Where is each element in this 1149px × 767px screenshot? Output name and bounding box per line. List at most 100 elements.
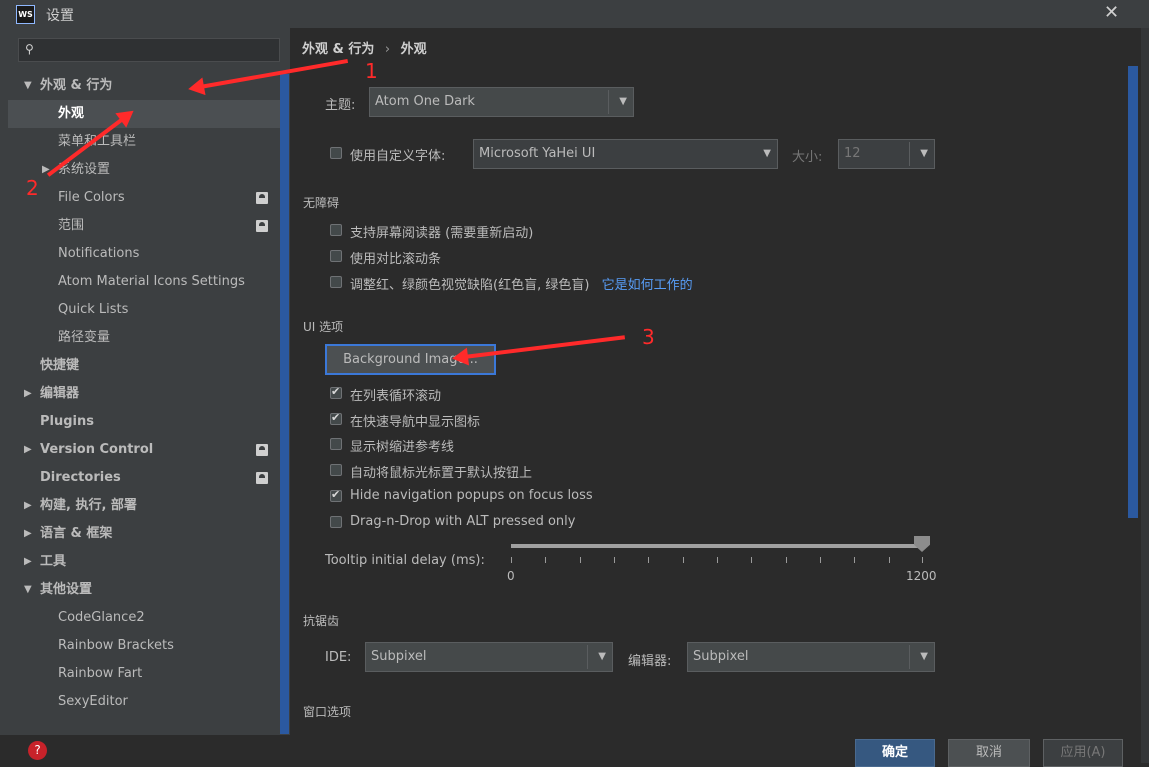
sidebar-item-system-settings[interactable]: ▶ 系统设置 — [0, 156, 280, 184]
move-mouse-default-checkbox[interactable] — [330, 464, 342, 476]
breadcrumb-current: 外观 — [400, 42, 427, 57]
breadcrumb-parent[interactable]: 外观 & 行为 — [302, 42, 374, 57]
chevron-right-icon[interactable]: ▶ — [24, 548, 32, 576]
font-size-select[interactable]: 12 ▼ — [838, 139, 935, 169]
how-it-works-link[interactable]: 它是如何工作的 — [602, 278, 693, 293]
sidebar-item-notifications[interactable]: Notifications — [0, 240, 280, 268]
chevron-right-icon[interactable]: ▶ — [42, 156, 50, 184]
chevron-right-icon[interactable]: ▶ — [24, 436, 32, 464]
color-deficiency-checkbox[interactable] — [330, 276, 342, 288]
sidebar-item-menus-toolbars[interactable]: 菜单和工具栏 — [0, 128, 280, 156]
project-level-icon — [256, 192, 268, 204]
sidebar-item-appearance[interactable]: 外观 — [8, 100, 280, 128]
sidebar-item-label: 外观 — [58, 106, 85, 121]
background-image-button[interactable]: Background Image... — [325, 344, 496, 375]
show-icons-nav-checkbox[interactable] — [330, 411, 342, 425]
sidebar-item-atom-material-icons[interactable]: Atom Material Icons Settings — [0, 268, 280, 296]
drag-drop-alt-checkbox[interactable] — [330, 516, 342, 528]
search-input[interactable]: ⚲ — [18, 38, 280, 62]
chevron-right-icon[interactable]: ▶ — [24, 492, 32, 520]
sidebar-item-label: Rainbow Fart — [58, 666, 143, 681]
sidebar-item-label: 快捷键 — [40, 358, 80, 373]
tree-indent-guides-label: 显示树缩进参考线 — [350, 440, 455, 455]
ide-aa-select[interactable]: Subpixel ▼ — [365, 642, 613, 672]
chevron-down-icon: ▼ — [619, 96, 627, 107]
sidebar-item-scopes[interactable]: 范围 — [0, 212, 280, 240]
breadcrumb-separator: › — [384, 42, 391, 57]
sidebar-item-file-colors[interactable]: File Colors — [0, 184, 280, 212]
sidebar-item-label: 语言 & 框架 — [40, 526, 113, 541]
webstorm-icon: WS — [16, 5, 35, 24]
project-level-icon — [256, 472, 268, 484]
contrast-scrollbar-checkbox[interactable] — [330, 250, 342, 262]
project-level-icon — [256, 444, 268, 456]
hide-nav-popups-checkbox[interactable] — [330, 488, 342, 502]
settings-tree-pane: ⚲ ▼ 外观 & 行为 外观 菜单和工具栏 ▶ 系统设置 File Colors… — [0, 28, 290, 735]
content-scrollbar[interactable] — [1128, 66, 1138, 518]
theme-label: 主题: — [325, 98, 356, 113]
sidebar-item-languages-frameworks[interactable]: ▶ 语言 & 框架 — [0, 520, 280, 548]
slider-thumb[interactable] — [914, 536, 930, 552]
sidebar-item-appearance-behavior[interactable]: ▼ 外观 & 行为 — [0, 72, 280, 100]
annotation-number-2: 2 — [26, 176, 39, 200]
chevron-down-icon: ▼ — [920, 651, 928, 662]
sidebar-item-label: File Colors — [58, 190, 125, 205]
sidebar-item-label: 其他设置 — [40, 582, 93, 597]
tooltip-delay-slider[interactable] — [511, 544, 923, 548]
annotation-number-1: 1 — [365, 59, 378, 83]
sidebar-scrollbar[interactable] — [280, 74, 289, 734]
theme-select[interactable]: Atom One Dark ▼ — [369, 87, 634, 117]
sidebar-item-other-settings[interactable]: ▼ 其他设置 — [0, 576, 280, 604]
cyclic-scrolling-checkbox[interactable] — [330, 385, 342, 399]
font-family-select[interactable]: Microsoft YaHei UI ▼ — [473, 139, 778, 169]
sidebar-item-editor[interactable]: ▶ 编辑器 — [0, 380, 280, 408]
editor-aa-label: 编辑器: — [628, 654, 672, 669]
sidebar-item-label: 路径变量 — [58, 330, 111, 345]
sidebar-item-plugins[interactable]: Plugins — [0, 408, 280, 436]
help-icon[interactable]: ? — [28, 741, 47, 760]
color-deficiency-text: 调整红、绿颜色视觉缺陷(红色盲, 绿色盲) — [350, 278, 590, 293]
close-icon[interactable]: ✕ — [1104, 2, 1119, 23]
ui-options-section-title: UI 选项 — [303, 320, 344, 334]
sidebar-item-label: Plugins — [40, 414, 94, 429]
editor-aa-value: Subpixel — [693, 649, 749, 664]
sidebar-item-label: 编辑器 — [40, 386, 80, 401]
chevron-down-icon[interactable]: ▼ — [24, 576, 32, 604]
sidebar-item-label: 工具 — [40, 554, 67, 569]
sidebar-item-rainbow-brackets[interactable]: Rainbow Brackets — [0, 632, 280, 660]
editor-aa-select[interactable]: Subpixel ▼ — [687, 642, 935, 672]
chevron-down-icon: ▼ — [763, 148, 771, 159]
sidebar-item-rainbow-fart[interactable]: Rainbow Fart — [0, 660, 280, 688]
chevron-down-icon[interactable]: ▼ — [24, 72, 32, 100]
tree-indent-guides-checkbox[interactable] — [330, 438, 342, 450]
window-options-section-title: 窗口选项 — [303, 705, 352, 719]
sidebar-item-build-execution[interactable]: ▶ 构建, 执行, 部署 — [0, 492, 280, 520]
chevron-right-icon[interactable]: ▶ — [24, 520, 32, 548]
sidebar-item-label: Quick Lists — [58, 302, 129, 317]
sidebar-item-label: Version Control — [40, 442, 154, 457]
title-bar: WS 设置 ✕ — [0, 0, 1149, 28]
sidebar-item-label: Atom Material Icons Settings — [58, 274, 245, 289]
contrast-scrollbar-label: 使用对比滚动条 — [350, 252, 442, 267]
project-level-icon — [256, 220, 268, 232]
sidebar-item-tools[interactable]: ▶ 工具 — [0, 548, 280, 576]
window-edge — [1141, 28, 1149, 763]
sidebar-item-sexyeditor[interactable]: SexyEditor — [0, 688, 280, 716]
chevron-right-icon[interactable]: ▶ — [24, 380, 32, 408]
sidebar-item-label: 构建, 执行, 部署 — [40, 498, 137, 513]
sidebar-item-label: SexyEditor — [58, 694, 128, 709]
sidebar-item-label: Directories — [40, 470, 121, 485]
chevron-down-icon: ▼ — [920, 148, 928, 159]
sidebar-item-codeglance2[interactable]: CodeGlance2 — [0, 604, 280, 632]
sidebar-item-path-variables[interactable]: 路径变量 — [0, 324, 280, 352]
color-deficiency-label: 调整红、绿颜色视觉缺陷(红色盲, 绿色盲) 它是如何工作的 — [350, 274, 693, 293]
ide-aa-label: IDE: — [325, 650, 352, 665]
sidebar-item-version-control[interactable]: ▶ Version Control — [0, 436, 280, 464]
sidebar-item-keymap[interactable]: 快捷键 — [0, 352, 280, 380]
theme-select-value: Atom One Dark — [375, 94, 475, 109]
custom-font-checkbox[interactable] — [330, 147, 342, 159]
sidebar-item-quick-lists[interactable]: Quick Lists — [0, 296, 280, 324]
sidebar-item-label: Rainbow Brackets — [58, 638, 174, 653]
sidebar-item-directories[interactable]: Directories — [0, 464, 280, 492]
screen-reader-checkbox[interactable] — [330, 224, 342, 236]
